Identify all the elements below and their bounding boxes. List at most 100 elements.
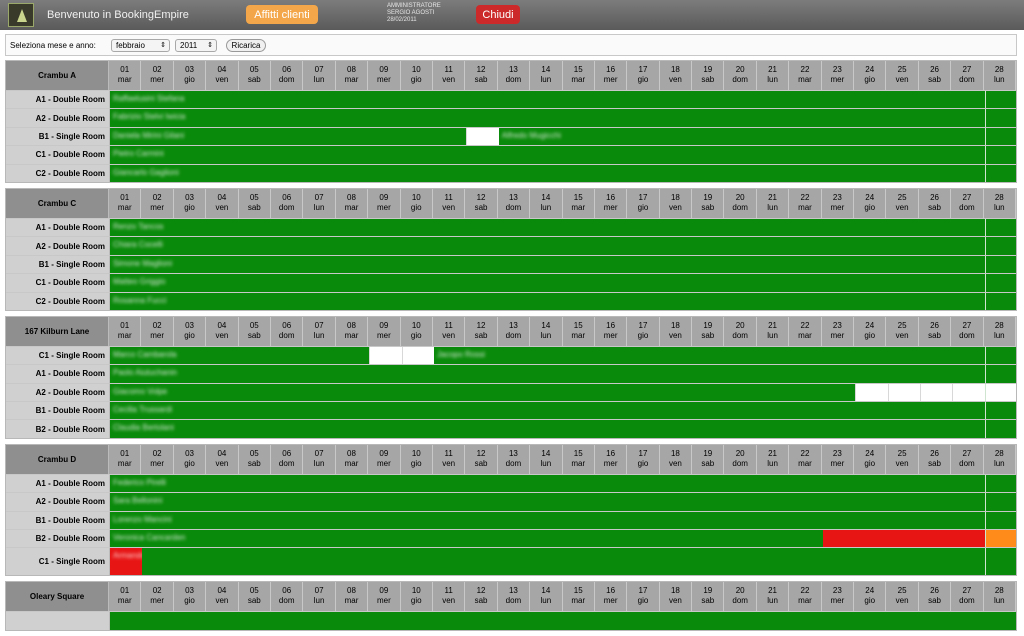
booking-block[interactable] (984, 365, 1016, 383)
day-weekday: sab (247, 330, 261, 340)
booking-block[interactable] (984, 346, 1016, 365)
booking-block[interactable]: Rosanna Fucci (110, 292, 985, 310)
booking-block[interactable] (984, 420, 1016, 438)
day-header: 13 dom (497, 582, 531, 612)
free-day-cell[interactable] (887, 383, 920, 402)
day-weekday: mar (117, 596, 132, 606)
free-day-cell[interactable] (466, 127, 499, 146)
booking-block[interactable] (984, 91, 1016, 109)
room-label: A1 - Double Room (6, 91, 110, 109)
day-header: 23 mer (821, 444, 855, 474)
guest-name: Raffaelusini Stefana (113, 94, 185, 103)
free-day-cell[interactable] (369, 346, 402, 365)
day-number: 25 (897, 65, 907, 74)
room-row: A2 - Double Room Sara Bellonini (6, 492, 1016, 511)
booking-block[interactable] (984, 109, 1016, 127)
day-header: 18 ven (659, 188, 693, 218)
booking-block[interactable] (984, 237, 1016, 255)
day-number: 12 (476, 586, 486, 596)
booking-block[interactable]: Armando Rubino (110, 548, 173, 576)
day-number: 04 (217, 586, 227, 596)
day-number: 09 (379, 65, 389, 74)
booking-block[interactable]: Pietro Carmini (110, 146, 985, 164)
selector-label: Seleziona mese e anno: (10, 41, 96, 50)
room-row: C2 - Double Room Giancarlo Gaglioni (6, 163, 1016, 182)
day-header: 17 gio (627, 444, 660, 474)
day-number: 02 (152, 65, 162, 74)
booking-block[interactable]: Fabrizio Stelvi Iwicia (110, 109, 985, 127)
booking-block[interactable] (984, 292, 1016, 310)
booking-block[interactable] (984, 255, 1016, 274)
booking-block[interactable] (822, 530, 985, 548)
affitti-clienti-button[interactable]: Affitti clienti (246, 5, 318, 24)
day-number: 22 (800, 320, 810, 330)
day-number: 18 (670, 320, 680, 330)
day-header: 06 dom (271, 582, 304, 612)
booking-block[interactable]: Giacomo Volpe (110, 383, 856, 402)
booking-block[interactable]: Daniela Mirini Gilani (110, 127, 467, 146)
booking-block[interactable]: Federico Pirelli (110, 474, 985, 493)
property-table: Crambu A 01 mar 02 mer 03 gio 04 ven 05 sab 06 dom 07… (5, 60, 1017, 183)
booking-block[interactable] (984, 548, 1016, 576)
booking-block[interactable] (984, 218, 1016, 237)
day-weekday: mer (830, 330, 845, 340)
booking-block[interactable]: Veronica Cancarden (110, 530, 823, 548)
booking-block[interactable]: Paolo Aiutuchanin (110, 365, 985, 383)
booking-block[interactable]: Lorenzo Mancini (110, 511, 985, 530)
booking-block[interactable]: Cecilia Trussardi (110, 402, 985, 420)
day-header: 26 sab (918, 188, 952, 218)
booking-block[interactable]: Sara Bellonini (110, 493, 985, 511)
year-select[interactable]: 2011 ⇕ (175, 39, 217, 52)
day-weekday: mar (571, 458, 586, 468)
free-day-cell[interactable] (984, 383, 1016, 402)
booking-block[interactable] (984, 164, 1016, 182)
property-name: 167 Kilburn Lane (6, 316, 110, 346)
booking-block[interactable] (984, 402, 1016, 420)
day-weekday: ven (215, 75, 229, 84)
day-number: 11 (444, 586, 453, 596)
day-weekday: dom (959, 75, 975, 84)
booking-block[interactable] (984, 127, 1016, 146)
booking-block[interactable] (984, 274, 1016, 292)
free-day-cell[interactable] (952, 383, 985, 402)
day-header: 25 ven (886, 188, 919, 218)
booking-block[interactable]: Claudia Bertolani (110, 420, 985, 438)
booking-block[interactable] (984, 146, 1016, 164)
booking-block[interactable] (984, 530, 1016, 548)
ricarica-button[interactable]: Ricarica (226, 39, 266, 52)
day-number: 26 (930, 586, 939, 596)
free-day-cell[interactable] (920, 383, 953, 402)
room-availability-grid: Matteo Griggio (110, 274, 1016, 292)
day-header: 25 ven (886, 444, 919, 474)
day-header: 15 mar (562, 444, 595, 474)
chiudi-button[interactable]: Chiudi (476, 5, 520, 24)
booking-block[interactable]: Raffaelusini Stefana (110, 91, 985, 109)
day-header: 20 dom (724, 61, 757, 90)
booking-block[interactable] (142, 548, 985, 576)
booking-block[interactable] (984, 511, 1016, 530)
day-number: 16 (606, 192, 616, 202)
booking-block[interactable]: Chiara Cocelli (110, 237, 985, 255)
room-label (6, 612, 110, 630)
day-number: 02 (152, 586, 162, 596)
free-day-cell[interactable] (401, 346, 434, 365)
day-header: 05 sab (238, 188, 272, 218)
day-number: 24 (865, 320, 875, 330)
booking-block[interactable]: Matteo Griggio (110, 274, 985, 292)
day-header: 01 mar (109, 188, 142, 218)
guest-name: Daniela Mirini Gilani (113, 130, 185, 140)
booking-block[interactable]: Jacopo Rossi (434, 346, 985, 365)
room-availability-grid: Federico Pirelli (110, 474, 1016, 493)
booking-block[interactable]: Giancarlo Gaglioni (110, 164, 985, 182)
month-select[interactable]: febbraio ⇕ (111, 39, 170, 52)
booking-block[interactable]: Simone Maglioni (110, 255, 985, 274)
booking-block[interactable] (984, 474, 1016, 493)
booking-block[interactable]: Renzo Tancos (110, 218, 985, 237)
day-weekday: lun (540, 202, 552, 212)
free-day-cell[interactable] (855, 383, 888, 402)
booking-block[interactable] (984, 493, 1016, 511)
day-header: 26 sab (918, 61, 952, 90)
day-number: 03 (185, 320, 194, 330)
booking-block[interactable]: Alfredo Mugicchi (498, 127, 985, 146)
booking-block[interactable]: Marco Cambarola (110, 346, 370, 365)
